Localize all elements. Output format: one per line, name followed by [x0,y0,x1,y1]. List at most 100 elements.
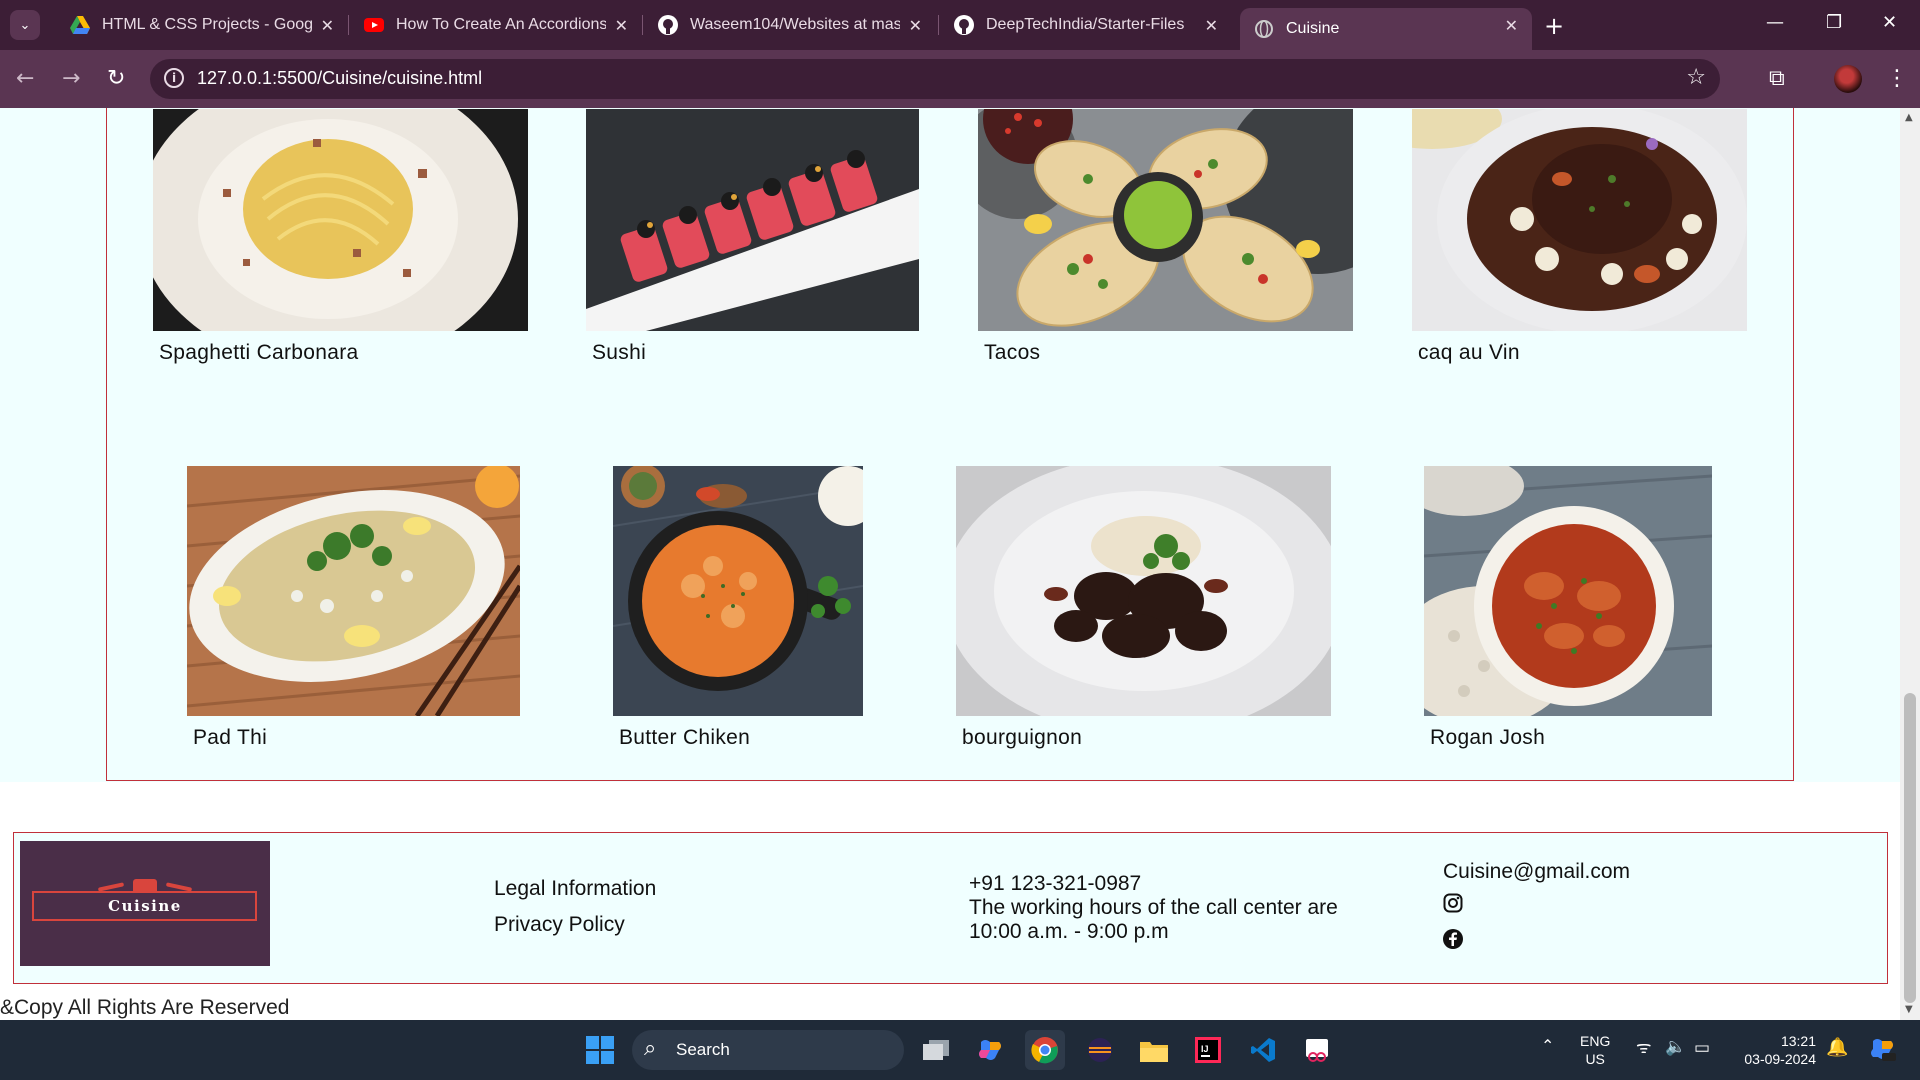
tab-divider [348,15,349,35]
search-label: Search [676,1040,730,1059]
windows-taskbar: ⌕ Search IJ ⌃ ENG US ᯤ 🔈 ▭ 13:21 03-09-2… [0,1020,1920,1080]
avatar[interactable] [1834,65,1862,93]
reload-icon[interactable]: ↻ [107,66,125,91]
tab-divider [938,15,939,35]
extensions-icon[interactable]: ⧉ [1769,66,1785,91]
date-text: 03-09-2024 [1744,1051,1816,1067]
notification-bell-icon[interactable]: 🔔 [1826,1038,1848,1056]
volume-icon[interactable]: 🔈 [1665,1038,1686,1056]
show-hidden-icons-chevron-icon[interactable]: ⌃ [1541,1038,1554,1056]
close-icon[interactable]: ✕ [321,16,334,35]
eclipse-icon[interactable] [1080,1030,1120,1070]
time-text: 13:21 [1780,1033,1816,1049]
tab-title: DeepTechIndia/Starter-Files [986,16,1185,33]
address-bar[interactable]: i 127.0.0.1:5500/Cuisine/cuisine.html ☆ [150,59,1720,99]
dish-name: Spaghetti Carbonara [159,341,359,364]
dish-image-coq-au-vin [1412,109,1747,331]
dish-image-sushi [586,109,919,331]
facebook-icon[interactable] [1443,929,1463,953]
dish-image-pad-thai [187,466,520,716]
taskbar-search[interactable]: ⌕ Search [632,1030,904,1070]
dish-name: Sushi [592,341,647,364]
youtube-icon [364,15,384,35]
page-viewport: Spaghetti Carbonara Sushi Tacos caq au V… [0,108,1900,1020]
back-arrow-icon[interactable]: ← [16,66,34,91]
tab-cuisine[interactable]: Cuisine ✕ [1240,8,1532,50]
cuisine-gallery: Spaghetti Carbonara Sushi Tacos caq au V… [106,108,1794,781]
dish-image-bourguignon [956,466,1331,716]
tab-youtube[interactable]: How To Create An Accordions In ✕ [350,8,642,42]
github-icon [954,15,974,35]
dish-name: bourguignon [962,726,1083,749]
site-info-icon[interactable]: i [164,68,184,88]
browser-toolbar: ← → ↻ i 127.0.0.1:5500/Cuisine/cuisine.h… [0,50,1920,108]
copilot-pre-icon[interactable] [1862,1030,1902,1070]
legal-information-link[interactable]: Legal Information [494,877,656,901]
file-explorer-icon[interactable] [1134,1030,1174,1070]
site-footer: Cuisine Legal Information Privacy Policy… [13,832,1888,984]
dish-name: Rogan Josh [1430,726,1546,749]
dish-image-rogan-josh [1424,466,1712,716]
google-drive-icon [70,15,90,35]
dish-image-butter-chicken [613,466,863,716]
search-icon: ⌕ [644,1036,657,1061]
tab-github-starter[interactable]: DeepTechIndia/Starter-Files ✕ [940,8,1232,42]
language-code: ENG [1580,1033,1611,1049]
task-view-icon[interactable] [916,1030,956,1070]
vscode-icon[interactable] [1243,1030,1283,1070]
email-address[interactable]: Cuisine@gmail.com [1443,860,1630,884]
logo-text: Cuisine [108,897,182,915]
chrome-icon[interactable] [1025,1030,1065,1070]
tab-title: Waseem104/Websites at master [690,16,900,33]
window-close-icon[interactable]: ✕ [1882,12,1897,33]
privacy-policy-link[interactable]: Privacy Policy [494,913,625,937]
minimize-icon[interactable]: — [1766,12,1784,33]
call-center-hours-line2: 10:00 a.m. - 9:00 p.m [969,920,1169,943]
tab-divider [642,15,643,35]
tab-title: How To Create An Accordions In [396,16,606,33]
tab-github-websites[interactable]: Waseem104/Websites at master ✕ [644,8,936,42]
tab-search-button[interactable]: ⌄ [10,10,40,40]
new-tab-button[interactable]: + [1544,12,1564,40]
call-center-hours-line1: The working hours of the call center are [969,896,1338,919]
forward-arrow-icon[interactable]: → [62,66,80,91]
page-scrollbar[interactable]: ▲ ▼ [1900,108,1920,1020]
close-icon[interactable]: ✕ [1505,16,1518,35]
close-icon[interactable]: ✕ [615,16,628,35]
phone-number: +91 123-321-0987 [969,872,1142,895]
url-text[interactable]: 127.0.0.1:5500/Cuisine/cuisine.html [197,68,482,89]
globe-icon [1254,19,1274,39]
dish-image-tacos [978,109,1353,331]
copyright-text: &Copy All Rights Are Reserved [0,996,290,1019]
close-icon[interactable]: ✕ [1205,16,1218,35]
bookmark-star-icon[interactable]: ☆ [1686,65,1706,90]
copilot-icon[interactable] [970,1030,1010,1070]
restore-icon[interactable]: ❐ [1826,12,1842,33]
start-button[interactable] [580,1030,620,1070]
scroll-down-arrow-icon[interactable]: ▼ [1905,1004,1913,1015]
dish-name: caq au Vin [1418,341,1520,364]
intellij-icon[interactable]: IJ [1188,1030,1228,1070]
github-icon [658,15,678,35]
close-icon[interactable]: ✕ [909,16,922,35]
tab-google-drive[interactable]: HTML & CSS Projects - Google ✕ [56,8,348,42]
cuisine-logo[interactable]: Cuisine [20,841,270,966]
language-indicator[interactable]: ENG US [1580,1032,1610,1068]
wifi-icon[interactable]: ᯤ [1636,1039,1652,1057]
browser-tab-bar: ⌄ HTML & CSS Projects - Google ✕ How To … [0,0,1920,50]
windows-logo-icon [586,1036,614,1064]
clock[interactable]: 13:21 03-09-2024 [1740,1032,1816,1068]
tab-title: Cuisine [1286,20,1340,37]
dish-name: Tacos [984,341,1041,364]
dish-name: Butter Chiken [619,726,751,749]
menu-kebab-icon[interactable]: ⋮ [1886,66,1908,91]
instagram-icon[interactable] [1443,893,1463,917]
scroll-up-arrow-icon[interactable]: ▲ [1905,112,1913,123]
svg-text:IJ: IJ [1201,1044,1209,1054]
snipping-tool-icon[interactable] [1297,1030,1337,1070]
scroll-thumb[interactable] [1904,693,1916,1003]
region-code: US [1585,1051,1605,1067]
tab-title: HTML & CSS Projects - Google [102,16,312,33]
battery-icon[interactable]: ▭ [1694,1039,1710,1057]
dish-name: Pad Thi [193,726,268,749]
